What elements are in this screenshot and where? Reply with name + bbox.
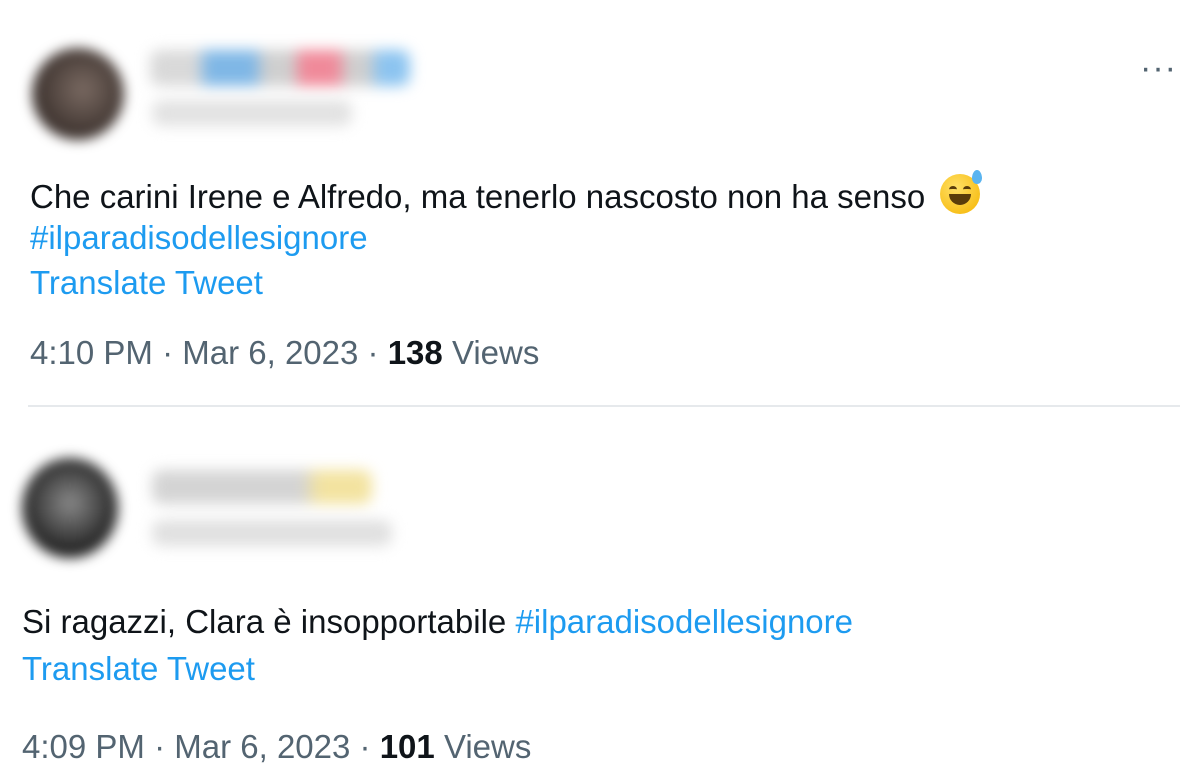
tweet-date[interactable]: Mar 6, 2023 xyxy=(174,728,350,765)
separator: · xyxy=(367,334,379,371)
user-handle-blurred[interactable] xyxy=(152,100,352,126)
avatar[interactable] xyxy=(32,48,124,140)
user-handle-blurred[interactable] xyxy=(152,520,392,546)
tweet-1: ··· Che carini Irene e Alfredo, ma tener… xyxy=(0,0,1200,400)
separator: · xyxy=(162,334,174,371)
tweet-text: Si ragazzi, Clara è insopportabile #ilpa… xyxy=(22,600,853,644)
tweet-time[interactable]: 4:09 PM xyxy=(22,728,145,765)
tweet-meta: 4:10 PM · Mar 6, 2023 · 138 Views xyxy=(30,334,539,372)
views-count: 101 xyxy=(379,728,435,765)
views-label: Views xyxy=(443,728,532,765)
user-name-blurred[interactable] xyxy=(152,470,372,504)
tweet-text: Che carini Irene e Alfredo, ma tenerlo n… xyxy=(30,170,983,219)
views-count: 138 xyxy=(387,334,443,371)
user-name-blurred[interactable] xyxy=(150,50,410,86)
tweet-text-body: Che carini Irene e Alfredo, ma tenerlo n… xyxy=(30,178,926,215)
hashtag-link[interactable]: #ilparadisodellesignore xyxy=(515,603,853,640)
divider xyxy=(28,405,1180,407)
hashtag-link[interactable]: #ilparadisodellesignore xyxy=(30,216,368,260)
tweet-meta: 4:09 PM · Mar 6, 2023 · 101 Views xyxy=(22,728,531,766)
tweet-date[interactable]: Mar 6, 2023 xyxy=(182,334,358,371)
translate-tweet-link[interactable]: Translate Tweet xyxy=(30,264,263,302)
separator: · xyxy=(359,728,371,765)
separator: · xyxy=(154,728,166,765)
avatar[interactable] xyxy=(22,458,118,558)
grinning-face-with-sweat-icon xyxy=(940,170,983,214)
tweet-time[interactable]: 4:10 PM xyxy=(30,334,153,371)
tweet-text-body: Si ragazzi, Clara è insopportabile xyxy=(22,603,507,640)
translate-tweet-link[interactable]: Translate Tweet xyxy=(22,650,255,688)
tweet-2: Si ragazzi, Clara è insopportabile #ilpa… xyxy=(0,410,1200,776)
more-options-icon[interactable]: ··· xyxy=(1140,51,1177,85)
views-label: Views xyxy=(451,334,540,371)
